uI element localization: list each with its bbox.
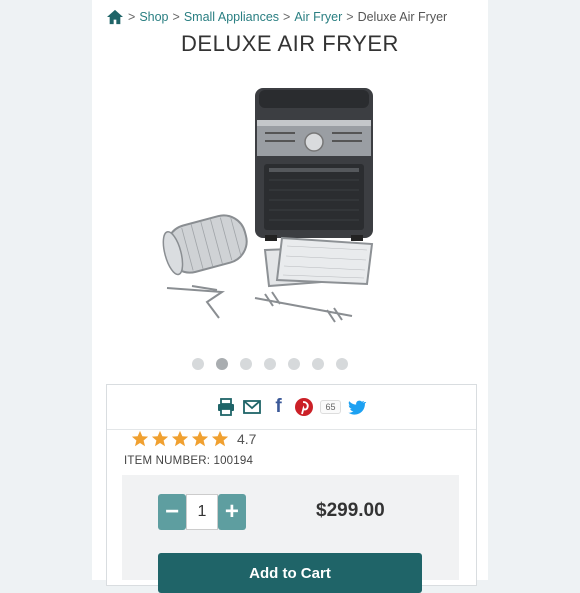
pinterest-icon[interactable]: [294, 397, 314, 417]
pinterest-count: 65: [320, 400, 341, 414]
star-icon: [171, 430, 189, 447]
email-icon[interactable]: [242, 397, 262, 417]
breadcrumb-small-appliances[interactable]: Small Appliances: [184, 10, 279, 24]
home-icon[interactable]: [106, 9, 124, 25]
add-to-cart-button[interactable]: Add to Cart: [158, 553, 422, 593]
rating-value: 4.7: [237, 431, 257, 447]
quantity-input[interactable]: 1: [186, 494, 218, 530]
facebook-icon[interactable]: f: [268, 396, 288, 417]
breadcrumb-separator: >: [172, 10, 180, 24]
twitter-icon[interactable]: [347, 397, 367, 417]
carousel-dot[interactable]: [288, 358, 300, 370]
carousel-dot[interactable]: [192, 358, 204, 370]
increase-quantity-button[interactable]: +: [217, 494, 246, 530]
star-icon: [131, 430, 149, 447]
decrease-quantity-button[interactable]: −: [158, 494, 187, 530]
product-rating: 4.7: [131, 430, 256, 448]
breadcrumb-shop[interactable]: Shop: [139, 10, 168, 24]
carousel-dot[interactable]: [312, 358, 324, 370]
breadcrumb-current: Deluxe Air Fryer: [357, 10, 448, 24]
quantity-stepper: − 1 +: [158, 494, 246, 530]
product-price: $299.00: [316, 500, 385, 521]
carousel-dots: [192, 358, 348, 370]
item-number: ITEM NUMBER: 100194: [124, 455, 254, 467]
product-image[interactable]: [147, 80, 398, 330]
share-bar: f 65: [107, 385, 476, 430]
carousel-dot[interactable]: [336, 358, 348, 370]
star-icon: [211, 430, 229, 447]
breadcrumb-separator: >: [346, 10, 354, 24]
breadcrumb-air-fryer[interactable]: Air Fryer: [294, 10, 342, 24]
print-icon[interactable]: [216, 397, 236, 417]
carousel-dot[interactable]: [240, 358, 252, 370]
carousel-dot-active[interactable]: [216, 358, 228, 370]
star-icon: [151, 430, 169, 447]
product-title: DELUXE AIR FRYER: [181, 31, 399, 56]
breadcrumb: > Shop > Small Appliances > Air Fryer > …: [106, 9, 486, 25]
carousel-dot[interactable]: [264, 358, 276, 370]
breadcrumb-separator: >: [283, 10, 291, 24]
breadcrumb-separator: >: [128, 10, 136, 24]
star-icon: [191, 430, 209, 447]
